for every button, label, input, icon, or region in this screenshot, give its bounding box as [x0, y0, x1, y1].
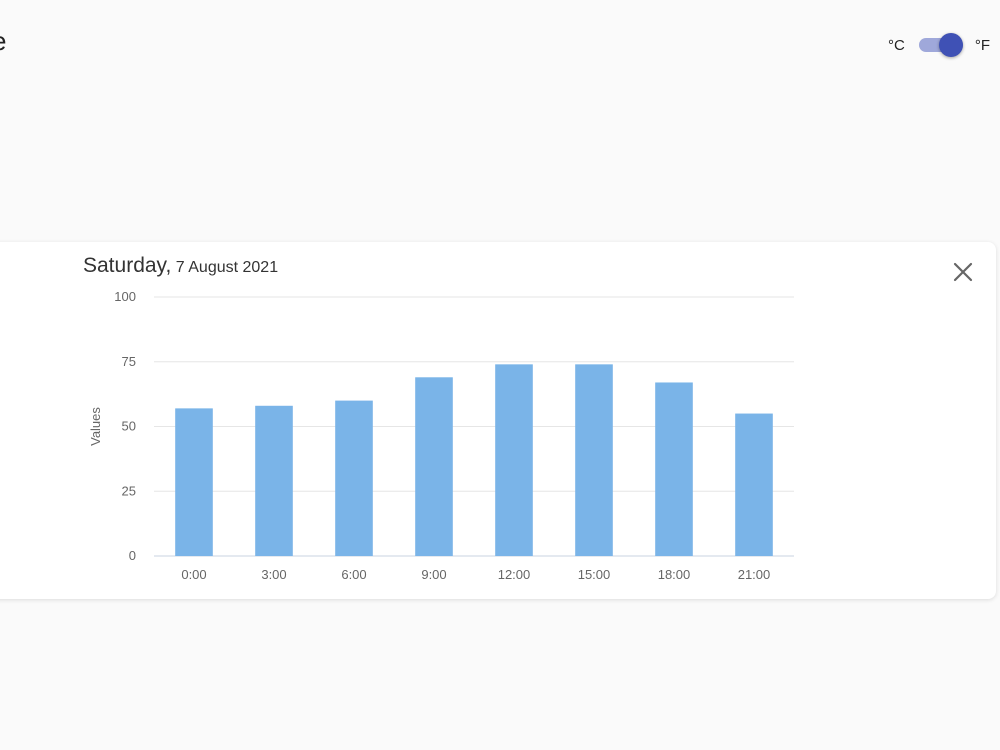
bar — [735, 413, 773, 556]
x-tick-label: 3:00 — [261, 567, 286, 582]
day-detail-card: Saturday, 7 August 2021 0 25 50 75 100 Values… — [0, 242, 996, 599]
x-tick-label: 21:00 — [738, 567, 771, 582]
y-tick-label: 50 — [122, 419, 136, 434]
y-axis-title: Values — [88, 407, 103, 446]
unit-switch[interactable] — [918, 33, 965, 57]
switch-thumb[interactable] — [938, 33, 963, 57]
x-tick-label: 15:00 — [578, 567, 611, 582]
close-button[interactable] — [952, 261, 974, 283]
bar — [655, 382, 693, 556]
page-title: e — [0, 26, 6, 57]
close-icon — [953, 262, 973, 282]
x-tick-label: 0:00 — [181, 567, 206, 582]
y-tick-label: 25 — [122, 483, 136, 498]
bar — [175, 408, 213, 556]
bar-chart: 0 25 50 75 100 Values 0:00 3:00 6:00 9:00 12:00 15:… — [88, 289, 794, 582]
x-tick-label: 9:00 — [421, 567, 446, 582]
y-tick-label: 100 — [114, 289, 136, 304]
y-tick-label: 0 — [129, 548, 136, 563]
bar — [255, 405, 293, 556]
celsius-label: °C — [888, 36, 905, 54]
bar — [495, 364, 533, 556]
y-tick-label: 75 — [122, 354, 136, 369]
bar — [335, 400, 373, 556]
temperature-unit-toggle: °C °F — [888, 33, 990, 57]
fahrenheit-label: °F — [974, 36, 991, 54]
bar — [415, 377, 453, 556]
x-tick-label: 18:00 — [658, 567, 691, 582]
x-tick-label: 6:00 — [341, 567, 366, 582]
bar — [575, 364, 613, 556]
weather-page: e °C °F Saturday, 7 August 2021 02550751… — [0, 0, 1000, 750]
x-tick-label: 12:00 — [498, 567, 531, 582]
